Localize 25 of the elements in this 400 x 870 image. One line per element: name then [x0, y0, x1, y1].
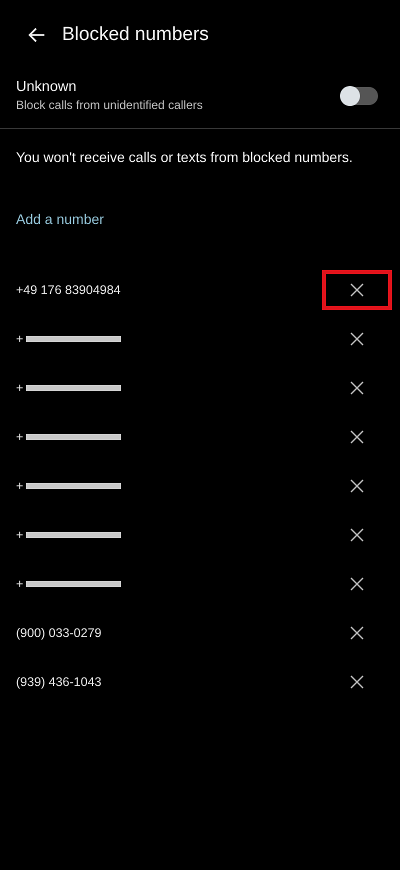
close-icon [350, 576, 364, 590]
close-icon [350, 478, 364, 492]
phone-number: + [16, 576, 24, 590]
phone-number: (939) 436-1043 [16, 674, 102, 688]
info-text: You won't receive calls or texts from blocked numbers. [16, 149, 354, 165]
phone-number: + [16, 332, 24, 346]
toggle-switch[interactable] [342, 86, 378, 104]
page-title: Blocked numbers [62, 24, 209, 46]
close-icon [350, 674, 364, 688]
phone-number: (900) 033-0279 [16, 626, 102, 640]
close-icon [350, 626, 364, 640]
close-icon [350, 282, 364, 296]
phone-number: +49 176 83904984 [16, 282, 121, 296]
remove-button[interactable] [322, 270, 392, 310]
phone-number: + [16, 430, 24, 444]
setting-title: Unknown [16, 79, 78, 95]
close-icon [350, 528, 364, 542]
phone-number: + [16, 528, 24, 542]
phone-number: + [16, 478, 24, 492]
close-icon [350, 380, 364, 394]
phone-number: + [16, 380, 24, 394]
close-icon [350, 332, 364, 346]
add-number-link[interactable]: Add a number [16, 211, 104, 227]
close-icon [350, 430, 364, 444]
setting-subtitle: Block calls from unidentified callers [16, 98, 203, 112]
